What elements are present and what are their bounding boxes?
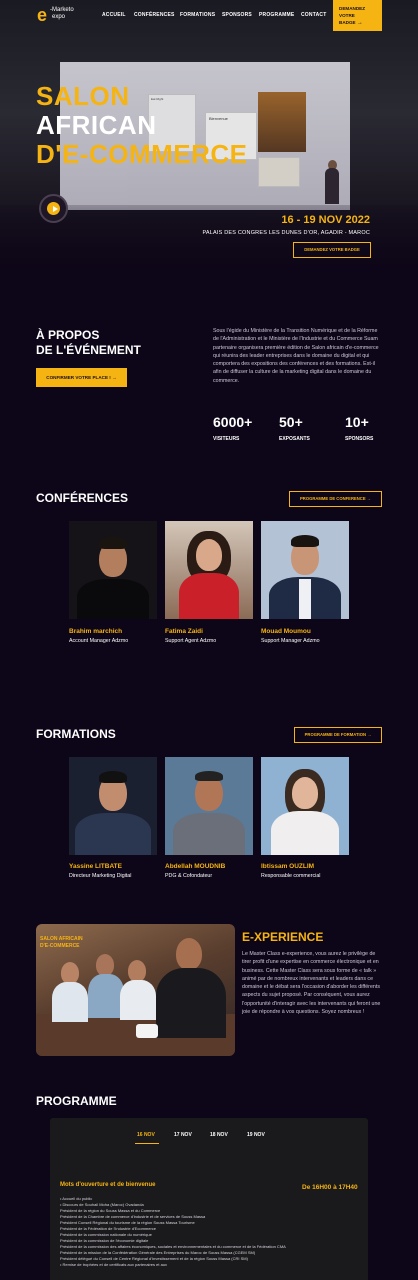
trainer-photo-1: [69, 757, 157, 855]
speaker-role-3: Support Manager Adzmo: [261, 638, 320, 644]
speaker-photo-3: [261, 521, 349, 619]
site-header: e -Marketo expo ACCUEIL CONFÉRENCES FORM…: [0, 0, 418, 32]
formation-programme-button[interactable]: PROGRAMME DE FORMATION →: [294, 727, 382, 743]
speaker-figure: [325, 168, 339, 204]
screen-mockup-card-2: [258, 157, 300, 187]
experience-photo: SALON AFRICAIN D'E-COMMERCE: [36, 924, 235, 1056]
arrow-right-icon: →: [112, 375, 117, 380]
event-date: 16 - 19 NOV 2022: [281, 214, 370, 226]
arrow-right-icon: →: [356, 20, 363, 26]
session-item: Président délégué du Conseil de Centre R…: [60, 1256, 248, 1261]
speaker-role-1: Account Manager Adzmo: [69, 638, 129, 644]
about-title: À PROPOS DE L'ÉVÉNEMENT: [36, 328, 141, 358]
logo-mark: e: [37, 5, 48, 25]
logo-text-line1: -Marketo: [50, 7, 74, 13]
tab-16-nov[interactable]: 16 NOV: [137, 1132, 155, 1138]
formations-title: FORMATIONS: [36, 727, 116, 741]
session-item: Président de la commission des affaires …: [60, 1244, 286, 1249]
header-badge-button[interactable]: DEMANDEZ VOTRE BADGE →: [333, 0, 382, 31]
about-title-line2: DE L'ÉVÉNEMENT: [36, 343, 141, 357]
session-item: Président de la Chambre de commerce d'in…: [60, 1214, 206, 1219]
trainer-role-3: Responsable commercial: [261, 873, 321, 879]
nav-formations[interactable]: FORMATIONS: [180, 12, 215, 18]
stat-visitors-label: VISITEURS: [213, 436, 240, 442]
trainer-name-3: Ibtissam OUZLIM: [261, 863, 315, 870]
hero-title-line1: SALON: [36, 81, 130, 111]
session-item: • Discours de Souhail Moha (Maroc) Ovada…: [60, 1202, 144, 1207]
session-item: Président de la mission de la Confédérat…: [60, 1250, 256, 1255]
trainer-photo-2: [165, 757, 253, 855]
nav-sponsors[interactable]: SPONSORS: [222, 12, 252, 18]
speaker-role-2: Support Agent Adzmo: [165, 638, 217, 644]
conferences-title: CONFÉRENCES: [36, 491, 129, 505]
nav-accueil[interactable]: ACCUEIL: [102, 12, 126, 18]
hero-title-line2: AFRICAN: [36, 110, 157, 140]
trainer-photo-3: [261, 757, 349, 855]
stat-exhibitors-value: 50+: [279, 414, 303, 430]
header-badge-line3: BADGE: [339, 20, 356, 25]
trainer-name-2: Abdellah MOUDNIB: [165, 863, 226, 870]
session-item: Président de la Fédération de l'Industri…: [60, 1226, 157, 1231]
nav-contact[interactable]: CONTACT: [301, 12, 326, 18]
hero-title: SALON AFRICAN D'E-COMMERCE: [36, 82, 248, 169]
session-item: Président de la commission de l'économie…: [60, 1238, 149, 1243]
tab-18-nov[interactable]: 18 NOV: [210, 1132, 228, 1138]
stat-sponsors-value: 10+: [345, 414, 369, 430]
formation-programme-label: PROGRAMME DE FORMATION: [304, 732, 366, 737]
trainer-role-1: Directeur Marketing Digital: [69, 873, 132, 879]
header-badge-line1: DEMANDEZ: [339, 6, 366, 11]
session-item: • Remise de trophées et de certificats a…: [60, 1262, 168, 1267]
experience-banner: SALON AFRICAIN D'E-COMMERCE: [40, 936, 83, 950]
hero-badge-button[interactable]: DEMANDEZ VOTRE BADGE: [293, 242, 371, 258]
food-image: [258, 92, 306, 152]
trainer-role-2: PDG & Cofondateur: [165, 873, 213, 879]
play-video-button[interactable]: [39, 194, 68, 223]
about-description: Sous l'égide du Ministère de la Transiti…: [213, 328, 379, 384]
session-time: De 16H00 à 17H40: [302, 1184, 358, 1191]
speaker-name-2: Fatima Zaidi: [165, 628, 203, 635]
experience-title: E-XPERIENCE: [242, 930, 324, 944]
header-badge-line2: VOTRE: [339, 13, 355, 18]
speaker-photo-1: [69, 521, 157, 619]
session-item: Président de la commission nationale du …: [60, 1232, 152, 1237]
hero-title-line3: D'E-COMMERCE: [36, 139, 248, 169]
conference-programme-button[interactable]: PROGRAMME DE CONFERENCE →: [289, 491, 382, 507]
stat-sponsors-label: SPONSORS: [345, 436, 374, 442]
event-venue: PALAIS DES CONGRES LES DUNES D'OR, AGADI…: [202, 230, 370, 236]
tab-17-nov[interactable]: 17 NOV: [174, 1132, 192, 1138]
experience-banner-line2: D'E-COMMERCE: [40, 943, 80, 949]
session-items: • Accueil du public • Discours de Souhai…: [60, 1196, 360, 1276]
stat-exhibitors-label: EXPOSANTS: [279, 436, 310, 442]
nav-conferences[interactable]: CONFÉRENCES: [134, 12, 175, 18]
speaker-name-3: Mouad Moumou: [261, 628, 311, 635]
logo-text-line2: expo: [52, 14, 66, 20]
site-logo[interactable]: e -Marketo expo: [37, 6, 87, 26]
programme-title: PROGRAMME: [36, 1094, 117, 1108]
conference-programme-label: PROGRAMME DE CONFERENCE: [300, 496, 366, 501]
session-item: Président Conseil Régional du tourisme d…: [60, 1220, 195, 1225]
active-tab-indicator: [135, 1143, 159, 1144]
tab-19-nov[interactable]: 19 NOV: [247, 1132, 265, 1138]
experience-description: Le Master Class e-experience, vous aurez…: [242, 951, 381, 1016]
session-title: Mots d'ouverture et de bienvenue: [60, 1182, 156, 1188]
play-icon: [53, 206, 58, 212]
arrow-right-icon: →: [366, 496, 371, 501]
nav-programme[interactable]: PROGRAMME: [259, 12, 294, 18]
speaker-photo-2: [165, 521, 253, 619]
trainer-name-1: Yassine LITBATE: [69, 863, 122, 870]
session-item: Président de la région du Souss Massa et…: [60, 1208, 161, 1213]
speaker-name-1: Brahim marchich: [69, 628, 123, 635]
experience-banner-line1: SALON AFRICAIN: [40, 936, 83, 942]
arrow-right-icon: →: [367, 732, 372, 737]
session-item: • Accueil du public: [60, 1196, 93, 1201]
confirm-place-button[interactable]: CONFIRMER VOTRE PLACE ! →: [36, 368, 127, 387]
stat-visitors-value: 6000+: [213, 414, 253, 430]
confirm-place-label: CONFIRMER VOTRE PLACE !: [46, 375, 111, 380]
about-title-line1: À PROPOS: [36, 328, 100, 342]
